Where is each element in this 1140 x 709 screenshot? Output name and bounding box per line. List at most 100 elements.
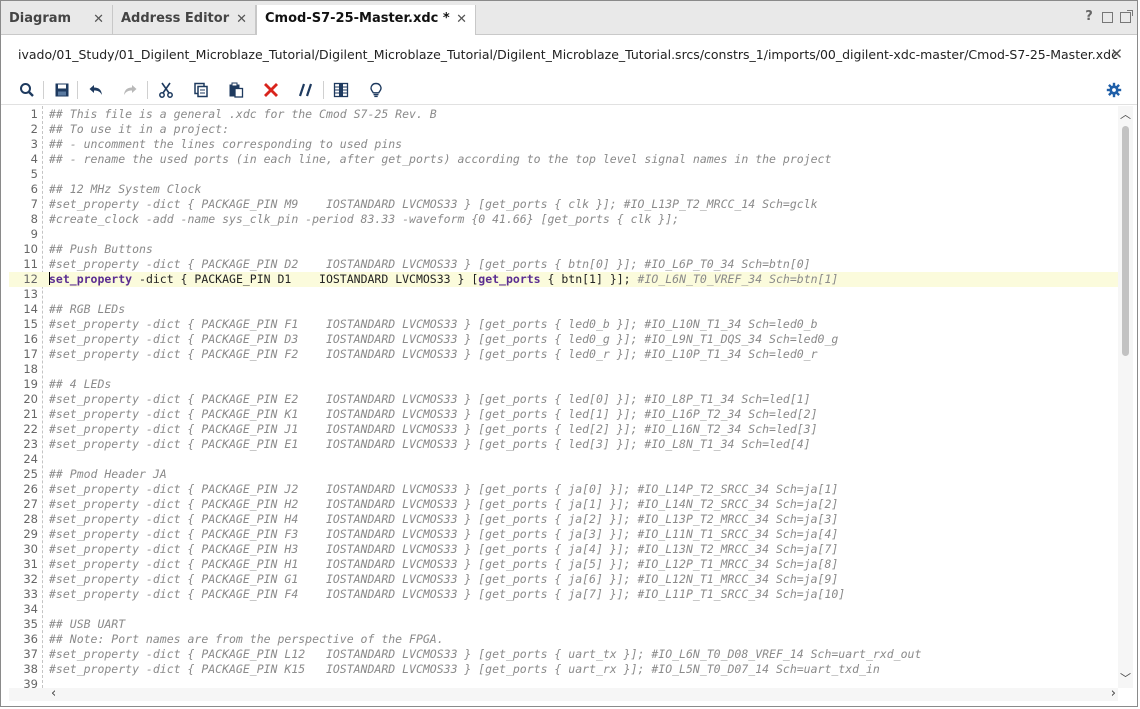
file-path: ivado/01_Study/01_Digilent_Microblaze_Tu… [18,47,1118,62]
line-number: 21 [23,407,38,421]
close-icon[interactable]: ✕ [236,12,247,27]
code-line[interactable]: 11 #set_property -dict { PACKAGE_PIN D2 I… [9,257,1118,272]
search-icon[interactable] [16,79,38,101]
line-text: #set_property -dict { PACKAGE_PIN G1 IOS… [49,572,839,586]
vertical-scrollbar[interactable]: ︿ ﹀ [1118,106,1133,688]
code-line[interactable]: 16 #set_property -dict { PACKAGE_PIN D3 I… [9,332,1118,347]
help-icon[interactable]: ? [1083,10,1095,23]
code-line[interactable]: 36 ## Note: Port names are from the persp… [9,632,1118,647]
comment-toggle-icon[interactable] [295,79,317,101]
line-text: #set_property -dict { PACKAGE_PIN M9 IOS… [49,197,818,211]
code-editor[interactable]: 1 ## This file is a general .xdc for the … [9,106,1118,688]
scroll-up-icon[interactable]: ︿ [1120,109,1131,120]
code-line[interactable]: 18 [9,362,1118,377]
code-line[interactable]: 12 set_property -dict { PACKAGE_PIN D1 IO… [9,272,1118,287]
scroll-thumb[interactable] [1122,126,1129,356]
code-line[interactable]: 14 ## RGB LEDs [9,302,1118,317]
code-line[interactable]: 35 ## USB UART [9,617,1118,632]
code-line[interactable]: 7 #set_property -dict { PACKAGE_PIN M9 IO… [9,197,1118,212]
code-line[interactable]: 13 [9,287,1118,302]
code-line[interactable]: 5 [9,167,1118,182]
line-text: set_property -dict { PACKAGE_PIN D1 IOST… [49,272,839,286]
redo-icon[interactable] [119,79,141,101]
line-number: 37 [23,647,38,661]
code-line[interactable]: 25 ## Pmod Header JA [9,467,1118,482]
paste-icon[interactable] [225,79,247,101]
line-number: 7 [30,197,38,211]
cut-icon[interactable] [155,79,177,101]
line-text: #set_property -dict { PACKAGE_PIN H2 IOS… [49,497,839,511]
code-line[interactable]: 19 ## 4 LEDs [9,377,1118,392]
line-number: 20 [23,392,38,406]
code-line[interactable]: 6 ## 12 MHz System Clock [9,182,1118,197]
code-line[interactable]: 21 #set_property -dict { PACKAGE_PIN K1 I… [9,407,1118,422]
scroll-down-icon[interactable]: ﹀ [1120,673,1131,684]
code-line[interactable]: 31 #set_property -dict { PACKAGE_PIN H1 I… [9,557,1118,572]
code-line[interactable]: 30 #set_property -dict { PACKAGE_PIN H3 I… [9,542,1118,557]
horizontal-scrollbar[interactable]: ‹ › [9,687,1118,701]
line-number: 34 [23,602,38,616]
code-line[interactable]: 23 #set_property -dict { PACKAGE_PIN E1 I… [9,437,1118,452]
line-text: #set_property -dict { PACKAGE_PIN H1 IOS… [49,557,839,571]
code-line[interactable]: 20 #set_property -dict { PACKAGE_PIN E2 I… [9,392,1118,407]
code-line[interactable]: 27 #set_property -dict { PACKAGE_PIN H2 I… [9,497,1118,512]
tab-address-editor[interactable]: Address Editor ✕ [113,5,256,35]
code-line[interactable]: 33 #set_property -dict { PACKAGE_PIN F4 I… [9,587,1118,602]
tab-diagram[interactable]: Diagram ✕ [1,5,113,35]
line-number: 17 [23,347,38,361]
toolbar-separator [147,81,148,99]
line-text: #set_property -dict { PACKAGE_PIN E2 IOS… [49,392,811,406]
tab-label: Cmod-S7-25-Master.xdc * [265,11,450,26]
keyword: set_property [49,272,133,286]
scroll-right-icon[interactable]: › [1111,687,1116,700]
code-line[interactable]: 17 #set_property -dict { PACKAGE_PIN F2 I… [9,347,1118,362]
window-controls: ? [1083,9,1133,23]
line-number: 39 [23,677,38,688]
code-line[interactable]: 1 ## This file is a general .xdc for the … [9,107,1118,122]
close-icon[interactable]: ✕ [93,12,104,27]
keyword: get_ports [478,272,541,286]
code-line[interactable]: 15 #set_property -dict { PACKAGE_PIN F1 I… [9,317,1118,332]
code-line[interactable]: 4 ## - rename the used ports (in each lin… [9,152,1118,167]
code-line[interactable]: 9 [9,227,1118,242]
toolbar-separator [77,81,78,99]
scroll-left-icon[interactable]: ‹ [51,687,56,700]
code-line[interactable]: 22 #set_property -dict { PACKAGE_PIN J1 I… [9,422,1118,437]
inline-comment: #IO_L6N_T0_VREF_34 Sch=btn[1] [637,272,839,286]
delete-icon[interactable] [260,79,282,101]
gear-icon[interactable] [1103,79,1125,101]
line-number: 14 [23,302,38,316]
float-icon[interactable] [1120,9,1133,23]
copy-icon[interactable] [190,79,212,101]
line-text: ## Note: Port names are from the perspec… [49,632,444,646]
code-line[interactable]: 24 [9,452,1118,467]
code-line[interactable]: 32 #set_property -dict { PACKAGE_PIN G1 I… [9,572,1118,587]
close-icon[interactable]: ✕ [456,12,467,27]
maximize-icon[interactable] [1102,11,1113,23]
code-line[interactable]: 38 #set_property -dict { PACKAGE_PIN K15 … [9,662,1118,677]
lightbulb-icon[interactable] [365,79,387,101]
line-number: 18 [23,362,38,376]
code-line[interactable]: 39 [9,677,1118,688]
code-line[interactable]: 28 #set_property -dict { PACKAGE_PIN H4 I… [9,512,1118,527]
close-icon[interactable]: ✕ [1110,45,1123,63]
undo-icon[interactable] [85,79,107,101]
editor-window: Diagram ✕ Address Editor ✕ Cmod-S7-25-Ma… [0,0,1138,707]
code-line[interactable]: 10 ## Push Buttons [9,242,1118,257]
code-line[interactable]: 34 [9,602,1118,617]
line-number: 6 [30,182,38,196]
line-number: 3 [30,137,38,151]
column-select-icon[interactable] [330,79,352,101]
code-line[interactable]: 2 ## To use it in a project: [9,122,1118,137]
tab-xdc-file[interactable]: Cmod-S7-25-Master.xdc * ✕ [256,5,476,36]
save-icon[interactable] [51,79,73,101]
code-line[interactable]: 8 #create_clock -add -name sys_clk_pin -p… [9,212,1118,227]
code-line[interactable]: 3 ## - uncomment the lines corresponding … [9,137,1118,152]
code-line[interactable]: 37 #set_property -dict { PACKAGE_PIN L12 … [9,647,1118,662]
line-number: 13 [23,287,38,301]
line-number: 36 [23,632,38,646]
line-text: #set_property -dict { PACKAGE_PIN F1 IOS… [49,317,818,331]
code-line[interactable]: 26 #set_property -dict { PACKAGE_PIN J2 I… [9,482,1118,497]
line-text: ## 12 MHz System Clock [49,182,202,196]
code-line[interactable]: 29 #set_property -dict { PACKAGE_PIN F3 I… [9,527,1118,542]
